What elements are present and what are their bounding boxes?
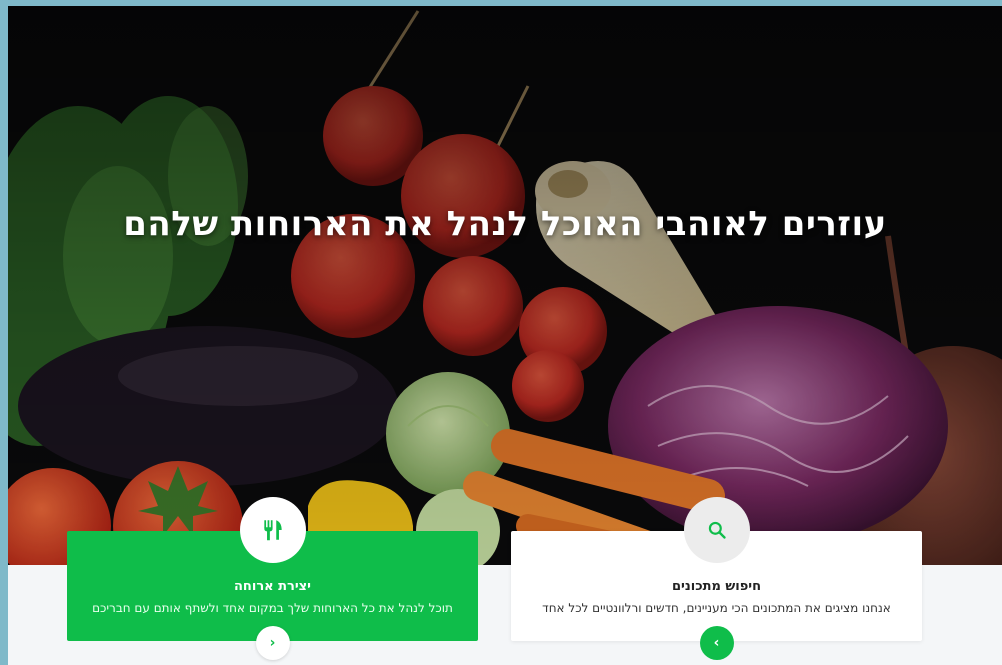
recipe-search-text: אנחנו מציגים את המתכונים הכי מעניינים, ח… <box>542 601 891 615</box>
hero-section: עוזרים לאוהבי האוכל לנהל את הארוחות שלהם <box>8 6 1002 565</box>
hero-vegetables-image <box>8 6 1002 565</box>
create-meal-title: יצירת ארוחה <box>234 579 311 594</box>
recipe-search-more-button[interactable]: › <box>699 626 734 660</box>
create-meal-card[interactable]: יצירת ארוחה תוכל לנהל את כל הארוחות שלך … <box>67 497 478 660</box>
recipe-search-icon-circle <box>683 497 750 563</box>
fork-knife-icon <box>263 520 282 541</box>
create-meal-text: תוכל לנהל את כל הארוחות שלך במקום אחד ול… <box>92 601 453 615</box>
hero-title: עוזרים לאוהבי האוכל לנהל את הארוחות שלהם <box>123 204 887 244</box>
search-icon <box>708 521 726 539</box>
recipe-search-card[interactable]: חיפוש מתכונים אנחנו מציגים את המתכונים ה… <box>511 497 922 660</box>
create-meal-icon-circle <box>239 497 306 563</box>
recipe-search-title: חיפוש מתכונים <box>671 579 762 594</box>
page-frame: עוזרים לאוהבי האוכל לנהל את הארוחות שלהם… <box>8 6 1002 665</box>
create-meal-more-button[interactable]: ‹ <box>255 626 290 660</box>
